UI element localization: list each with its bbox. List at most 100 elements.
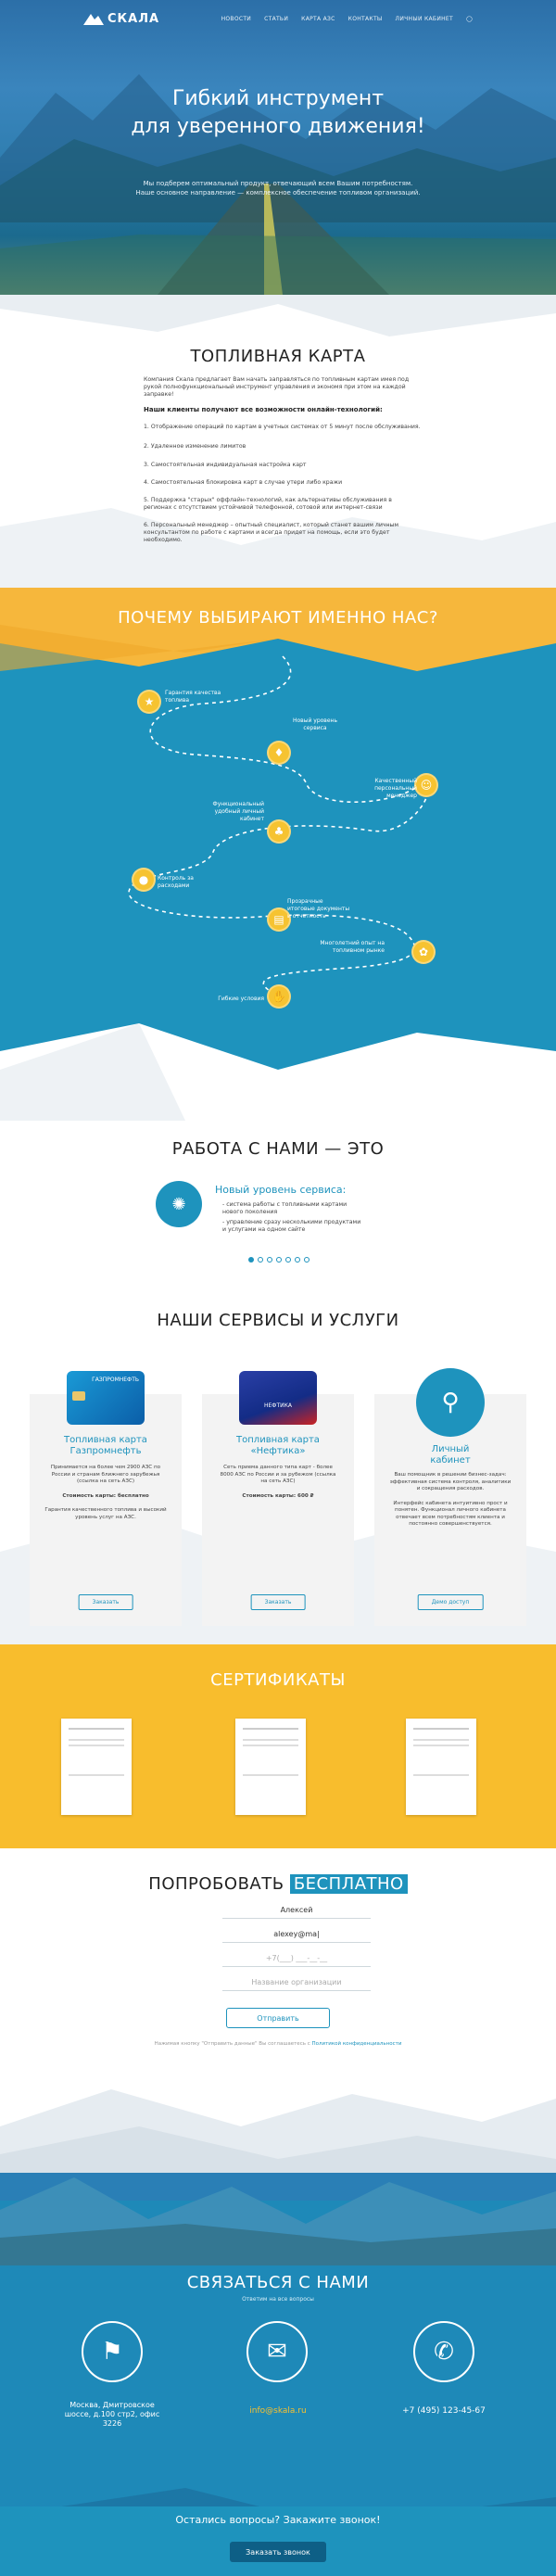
menu-item-news[interactable]: НОВОСТИ — [221, 16, 252, 22]
service-extra: Гарантия качественного топлива и высокий… — [44, 1507, 167, 1520]
work-with-us-section: РАБОТА С НАМИ — ЭТО ✺ Новый уровень серв… — [0, 1121, 556, 1283]
why-us-section: ПОЧЕМУ ВЫБИРАЮТ ИМЕННО НАС? ★ Гарантия к… — [0, 588, 556, 1121]
hero-title-line-2: для уверенного движения! — [131, 115, 425, 138]
contact-subtitle: Ответим на все вопросы — [242, 2296, 314, 2303]
service-description: Принимается на более чем 2900 АЗС по Рос… — [50, 1465, 161, 1484]
phone-field[interactable]: +7(___) ___-__-__ — [222, 1954, 371, 1967]
menu-item-map[interactable]: КАРТА АЗС — [301, 16, 335, 22]
certificate-2[interactable] — [235, 1719, 306, 1815]
step-label-manager: Качественный персональный менеджер — [374, 778, 417, 799]
contact-phone[interactable]: +7 (495) 123-45-67 — [387, 2406, 500, 2416]
services-section: НАШИ СЕРВИСЫ И УСЛУГИ ГАЗПРОМНЕФТЬ Топли… — [0, 1283, 556, 1644]
service-card-gazprom: ГАЗПРОМНЕФТЬ Топливная карта Газпромнефть… — [30, 1371, 182, 1626]
cabinet-user-icon[interactable]: ◯ — [466, 16, 473, 22]
fuel-item-3: 3. Самостоятельная индивидуальная настро… — [144, 462, 307, 468]
slider-dot[interactable] — [258, 1257, 263, 1263]
top-navigation: СКАЛА НОВОСТИ СТАТЬИ КАРТА АЗС КОНТАКТЫ … — [0, 0, 556, 37]
order-button[interactable]: Заказать — [250, 1594, 306, 1610]
fuel-item-4: 4. Самостоятельная блокировка карт в слу… — [144, 479, 343, 486]
hero-subtitle-line-2: Наше основное направление — комплексное … — [135, 189, 421, 197]
service-price: Стоимость карты: бесплатно — [62, 1492, 149, 1499]
demo-access-button[interactable]: Демо доступ — [417, 1594, 484, 1610]
step-icon-control: ● — [132, 868, 156, 892]
service-title-line-2: кабинет — [430, 1455, 471, 1466]
gazprom-card-image: ГАЗПРОМНЕФТЬ — [67, 1371, 145, 1425]
slide-item-2: - управление сразу несколькими продуктам… — [222, 1219, 361, 1233]
slide-title: Новый уровень сервиса: — [215, 1184, 347, 1196]
phone-icon: ✆ — [413, 2321, 474, 2382]
why-title: ПОЧЕМУ ВЫБИРАЮТ ИМЕННО НАС? — [118, 608, 438, 628]
main-menu: НОВОСТИ СТАТЬИ КАРТА АЗС КОНТАКТЫ ЛИЧНЫЙ… — [221, 16, 473, 22]
step-icon-experience: ✿ — [411, 940, 436, 964]
fuel-item-1: 1. Отображение операций по картам в учет… — [144, 424, 421, 430]
logo-text: СКАЛА — [107, 11, 160, 26]
slider-dot[interactable] — [304, 1257, 310, 1263]
step-label-documents: Прозрачные итоговые документы и отчетнос… — [287, 898, 350, 920]
hero-section: СКАЛА НОВОСТИ СТАТЬИ КАРТА АЗС КОНТАКТЫ … — [0, 0, 556, 295]
service-title-line-1: Топливная карта — [64, 1435, 147, 1445]
neftika-card-label: НЕФТИКА — [264, 1402, 292, 1409]
step-icon-service: ♦ — [267, 741, 291, 765]
step-label-service: Новый уровень сервиса — [293, 717, 337, 731]
step-label-quality: Гарантия качества топлива — [165, 690, 221, 704]
fuel-subtitle: Наши клиенты получают все возможности он… — [144, 406, 383, 413]
certificates-section: СЕРТИФИКАТЫ — [0, 1644, 556, 1848]
slider-dot-active[interactable] — [248, 1257, 254, 1263]
menu-item-cabinet[interactable]: ЛИЧНЫЙ КАБИНЕТ — [396, 16, 453, 22]
callback-band: Остались вопросы? Закажите звонок! Заказ… — [0, 2506, 556, 2576]
contact-address: Москва, Дмитровское шоссе, д.100 стр2, о… — [64, 2401, 160, 2428]
callback-button[interactable]: Заказать звонок — [230, 2542, 326, 2562]
hero-subtitle-line-1: Мы подберем оптимальный продукт, отвечаю… — [143, 180, 413, 187]
fuel-card-section: ТОПЛИВНАЯ КАРТА Компания Скала предлагае… — [0, 295, 556, 588]
slider-dot[interactable] — [276, 1257, 282, 1263]
contact-title: СВЯЗАТЬСЯ С НАМИ — [186, 2273, 370, 2292]
slider-dot[interactable] — [285, 1257, 291, 1263]
privacy-policy-link[interactable]: Политикой конфиденциальности — [311, 2041, 401, 2047]
user-lock-icon: ⚲ — [416, 1368, 485, 1437]
flag-icon: ⚑ — [82, 2321, 143, 2382]
submit-button[interactable]: Отправить — [226, 2008, 330, 2028]
work-title: РАБОТА С НАМИ — ЭТО — [171, 1139, 385, 1159]
hero-title: Гибкий инструмент для уверенного движени… — [0, 85, 556, 141]
service-card-title: Топливная карта «Нефтика» — [202, 1435, 354, 1457]
neftika-card-image: НЕФТИКА — [239, 1371, 317, 1425]
slider-dot[interactable] — [267, 1257, 272, 1263]
certificate-3[interactable] — [406, 1719, 476, 1815]
step-label-control: Контроль за расходами — [158, 875, 194, 889]
service-card-title: Личный кабинет — [374, 1444, 526, 1466]
menu-item-articles[interactable]: СТАТЬИ — [264, 16, 288, 22]
step-icon-quality: ★ — [137, 690, 161, 714]
step-label-experience: Многолетний опыт на топливном рынке — [320, 940, 385, 954]
logo[interactable]: СКАЛА — [83, 12, 159, 26]
chip-icon — [72, 1391, 85, 1401]
email-field[interactable]: alexey@ma| — [222, 1930, 371, 1943]
slider-dot[interactable] — [295, 1257, 300, 1263]
fuel-card-title: ТОПЛИВНАЯ КАРТА — [190, 347, 366, 366]
service-title-line-1: Топливная карта — [236, 1435, 320, 1445]
step-icon-terms: ✋ — [267, 984, 291, 1009]
service-card-title: Топливная карта Газпромнефть — [30, 1435, 182, 1457]
order-button[interactable]: Заказать — [78, 1594, 133, 1610]
contact-email[interactable]: info@skala.ru — [222, 2406, 334, 2416]
service-description: Сеть приема данного типа карт - более 80… — [220, 1465, 336, 1484]
fuel-item-6: 6. Персональный менеджер – опытный специ… — [144, 522, 399, 543]
service-price: Стоимость карты: 600 ₽ — [242, 1492, 314, 1499]
organization-field[interactable]: Название организации — [222, 1978, 371, 1991]
try-title-part-1: ПОПРОБОВАТЬ — [148, 1874, 284, 1894]
name-field[interactable]: Алексей — [222, 1906, 371, 1919]
menu-item-contacts[interactable]: КОНТАКТЫ — [348, 16, 383, 22]
service-card-cabinet: ⚲ Личный кабинет Ваш помощник в решении б… — [374, 1368, 526, 1626]
fuel-item-5: 5. Поддержка "старых" оффлайн-технологий… — [144, 497, 392, 511]
step-icon-manager: ☺ — [414, 773, 438, 797]
certificate-1[interactable] — [61, 1719, 132, 1815]
step-icon-cabinet: ♣ — [267, 819, 291, 844]
certificates-title: СЕРТИФИКАТЫ — [210, 1670, 346, 1690]
service-extra: Интерфейс кабинета интуитивно прост и по… — [393, 1500, 508, 1528]
try-title-highlight: БЕСПЛАТНО — [289, 1874, 408, 1894]
logo-mountain-icon — [83, 14, 104, 25]
fuel-intro: Компания Скала предлагает Вам начать зап… — [144, 376, 410, 398]
road-illustration — [0, 184, 556, 295]
services-title: НАШИ СЕРВИСЫ И УСЛУГИ — [157, 1311, 399, 1330]
slider-dots — [248, 1257, 310, 1263]
mail-icon: ✉ — [246, 2321, 308, 2382]
